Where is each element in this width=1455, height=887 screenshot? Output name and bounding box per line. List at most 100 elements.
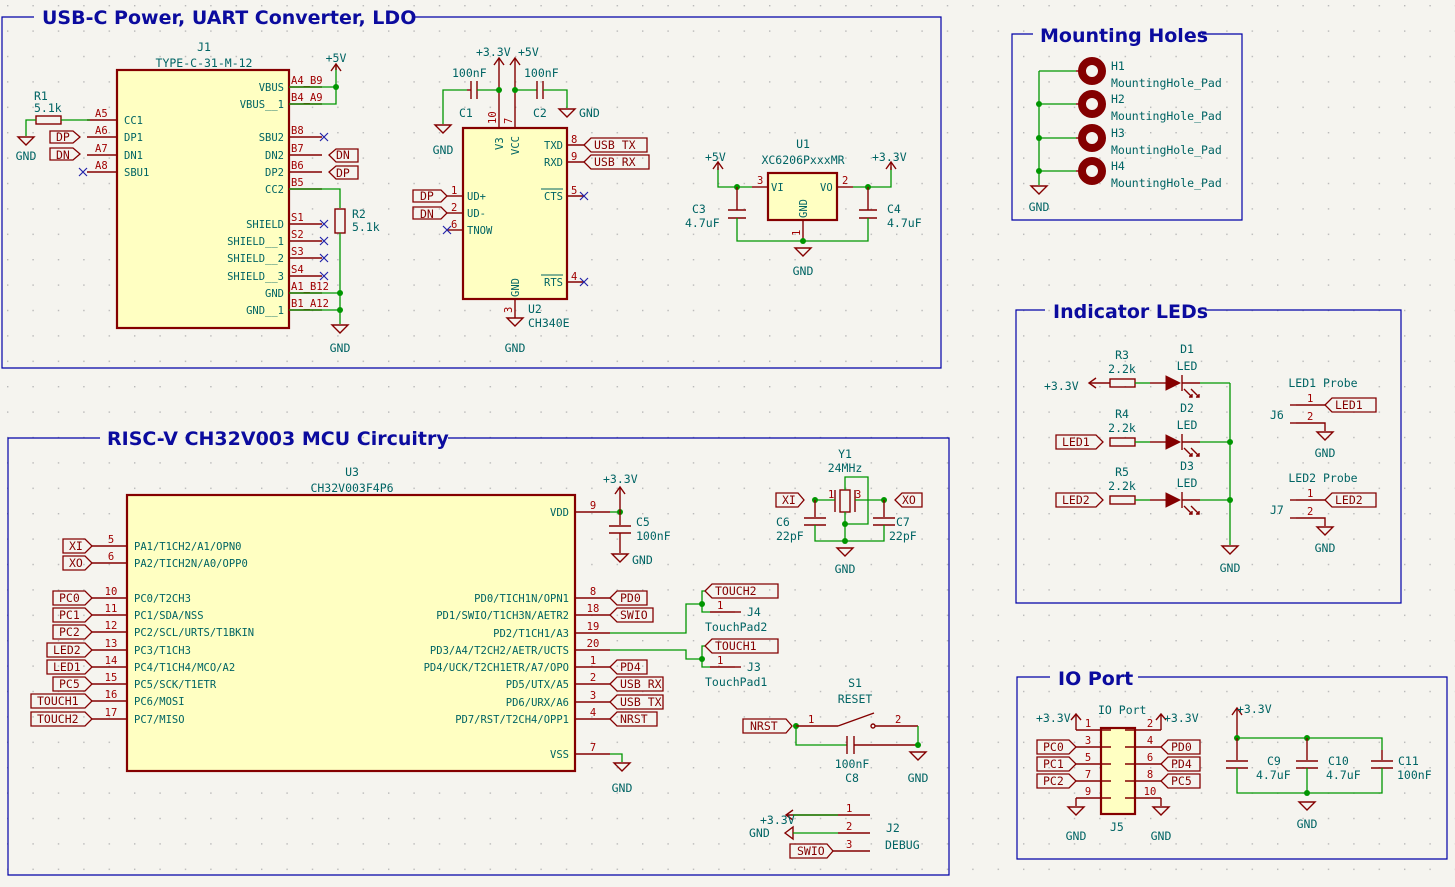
svg-text:B5: B5 — [291, 177, 304, 189]
svg-text:1: 1 — [717, 655, 723, 667]
svg-text:DN2: DN2 — [265, 150, 284, 162]
u2-ch340e[interactable]: 10 7 V3 VCC 1 UD+ 2 UD- 6 TNOW 8 TXD 9 RXD 5 CTS 4R… — [442, 98, 589, 330]
svg-text:TOUCH1: TOUCH1 — [715, 639, 757, 653]
svg-text:RTS: RTS — [544, 277, 563, 289]
svg-text:LED2: LED2 — [1062, 493, 1090, 507]
frame-title-usb: USB-C Power, UART Converter, LDO — [42, 7, 416, 29]
s1-ref: S1 — [848, 676, 862, 690]
frame-title-io: IO Port — [1058, 668, 1133, 690]
svg-text:J6: J6 — [1270, 408, 1284, 422]
svg-text:CTS: CTS — [544, 191, 563, 203]
svg-text:DP2: DP2 — [265, 167, 284, 179]
svg-text:5: 5 — [1085, 752, 1091, 764]
svg-text:VCC: VCC — [510, 136, 522, 155]
svg-text:GND: GND — [908, 771, 929, 785]
svg-text:7: 7 — [1085, 769, 1091, 781]
svg-text:A1_B12: A1_B12 — [291, 281, 329, 293]
svg-text:DP: DP — [336, 166, 350, 180]
svg-text:LED1: LED1 — [1062, 435, 1090, 449]
svg-text:SHIELD__2: SHIELD__2 — [227, 253, 284, 265]
svg-text:PC1: PC1 — [59, 608, 80, 622]
c4-ref: C4 — [887, 202, 901, 216]
svg-text:R5: R5 — [1115, 465, 1129, 479]
svg-text:GND__1: GND__1 — [246, 305, 284, 317]
svg-text:A8: A8 — [95, 160, 108, 172]
c2-value: 100nF — [524, 66, 559, 80]
svg-text:PC7/MISO: PC7/MISO — [134, 714, 185, 726]
svg-text:LED: LED — [1177, 359, 1198, 373]
c8-value: 100nF — [835, 757, 870, 771]
svg-text:2: 2 — [1147, 718, 1153, 730]
svg-text:PD2/T1CH1/A3: PD2/T1CH1/A3 — [493, 628, 569, 640]
svg-text:A5: A5 — [95, 108, 108, 120]
svg-text:+3.3V: +3.3V — [760, 813, 795, 827]
svg-text:1: 1 — [717, 600, 723, 612]
schematic-canvas[interactable]: USB-C Power, UART Converter, LDO RISC-V … — [0, 0, 1455, 887]
c7-ref: C7 — [896, 515, 910, 529]
c3-value: 4.7uF — [685, 216, 720, 230]
s1-value: RESET — [838, 692, 873, 706]
svg-text:2.2k: 2.2k — [1108, 421, 1136, 435]
svg-text:GND: GND — [835, 562, 856, 576]
svg-text:VBUS__1: VBUS__1 — [240, 99, 284, 111]
svg-text:TOUCH2: TOUCH2 — [37, 712, 79, 726]
svg-text:UD+: UD+ — [467, 191, 486, 203]
svg-text:H3: H3 — [1111, 126, 1125, 140]
u3-ref: U3 — [345, 465, 359, 479]
svg-text:SWIO: SWIO — [620, 608, 648, 622]
svg-text:TOUCH1: TOUCH1 — [37, 694, 79, 708]
svg-text:PD4: PD4 — [1171, 757, 1192, 771]
c6-ref: C6 — [776, 515, 790, 529]
svg-text:VBUS: VBUS — [259, 82, 284, 94]
svg-text:1: 1 — [1085, 718, 1091, 730]
svg-text:GND: GND — [1066, 829, 1087, 843]
c11-value: 100nF — [1397, 768, 1432, 782]
svg-text:TNOW: TNOW — [467, 225, 493, 237]
c9-value: 4.7uF — [1256, 768, 1291, 782]
svg-text:B1_A12: B1_A12 — [291, 298, 329, 310]
svg-text:PD6/URX/A6: PD6/URX/A6 — [506, 697, 569, 709]
svg-text:PC4/T1CH4/MCO/A2: PC4/T1CH4/MCO/A2 — [134, 662, 235, 674]
svg-text:MountingHole_Pad: MountingHole_Pad — [1111, 76, 1222, 90]
svg-text:PD1/SWIO/T1CH3N/AETR2: PD1/SWIO/T1CH3N/AETR2 — [436, 610, 569, 622]
svg-text:B8: B8 — [291, 125, 304, 137]
c10-ref: C10 — [1328, 754, 1349, 768]
svg-text:16: 16 — [105, 689, 118, 701]
svg-text:14: 14 — [105, 655, 118, 667]
svg-text:1: 1 — [1307, 393, 1313, 405]
svg-text:USB_TX: USB_TX — [594, 138, 636, 152]
svg-text:LED2: LED2 — [1335, 493, 1363, 507]
j5-ref: J5 — [1110, 820, 1124, 834]
svg-text:2: 2 — [451, 202, 457, 214]
frame-title-holes: Mounting Holes — [1040, 25, 1208, 47]
svg-text:1: 1 — [451, 185, 457, 197]
c9-ref: C9 — [1267, 754, 1281, 768]
svg-text:18: 18 — [587, 603, 600, 615]
svg-text:B6: B6 — [291, 160, 304, 172]
svg-text:TOUCH2: TOUCH2 — [715, 584, 757, 598]
svg-text:PD4: PD4 — [620, 660, 641, 674]
svg-text:19: 19 — [587, 621, 600, 633]
svg-text:PD5/UTX/A5: PD5/UTX/A5 — [506, 679, 569, 691]
svg-text:2: 2 — [846, 821, 852, 833]
svg-text:8: 8 — [571, 134, 577, 146]
svg-text:PD0/TICH1N/OPN1: PD0/TICH1N/OPN1 — [474, 593, 569, 605]
c5-ref: C5 — [636, 515, 650, 529]
j1-usb-c-connector[interactable]: J1 TYPE-C-31-M-12 A5CC1A6DP1A7DN1A8SBU1 … — [78, 40, 329, 330]
svg-text:+3.3V: +3.3V — [603, 472, 638, 486]
svg-text:S4: S4 — [291, 264, 304, 276]
c11-ref: C11 — [1398, 754, 1419, 768]
svg-text:B4_A9: B4_A9 — [291, 92, 323, 104]
svg-text:PC0/T2CH3: PC0/T2CH3 — [134, 593, 191, 605]
svg-text:V3: V3 — [494, 137, 506, 150]
svg-text:TXD: TXD — [544, 140, 563, 152]
svg-text:PD7/RST/T2CH4/OPP1: PD7/RST/T2CH4/OPP1 — [455, 714, 569, 726]
svg-text:2: 2 — [1307, 411, 1313, 423]
svg-text:DN: DN — [56, 148, 70, 162]
svg-text:PC1: PC1 — [1043, 757, 1064, 771]
svg-text:10: 10 — [105, 586, 118, 598]
c4-value: 4.7uF — [887, 216, 922, 230]
svg-text:3: 3 — [846, 839, 852, 851]
svg-text:4: 4 — [590, 707, 596, 719]
svg-text:GND: GND — [749, 826, 770, 840]
